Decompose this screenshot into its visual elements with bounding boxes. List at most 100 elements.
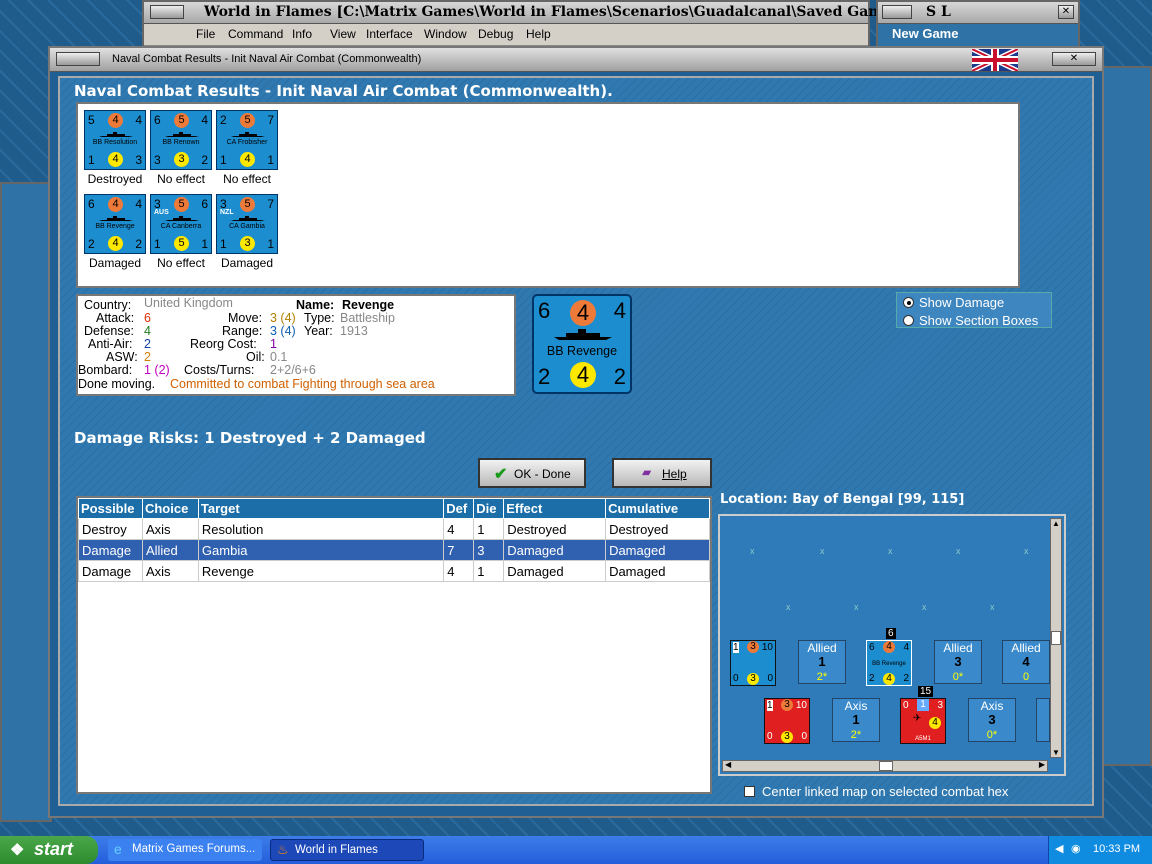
col-possible[interactable]: Possible [78,498,143,519]
cell-die: 1 [473,560,505,582]
col-target[interactable]: Target [197,498,445,519]
unit-counter[interactable]: 3 5 6 AUS CA Canberra 1 5 1 [150,194,212,254]
menu-info[interactable]: Info [292,27,312,41]
unit-counter[interactable]: 5 4 4 BB Resolution 1 4 3 [84,110,146,170]
counter-bl: 2 [88,237,95,251]
network-icon[interactable]: ◉ [1071,842,1081,855]
cell-cumulative: Damaged [605,560,710,582]
allied-combat-cell[interactable]: Allied 3 0* [934,640,982,684]
col-def[interactable]: Def [443,498,475,519]
selected-unit-counter[interactable]: 6 4 4 BB Revenge 2 4 2 [532,294,632,394]
axis-air-counter[interactable]: 0 1 3 ✈ 4 A5M1 [900,698,946,744]
display-options: Show Damage Show Section Boxes [896,292,1052,328]
cell-choice: Allied [141,539,199,561]
asw-value: 2 [144,350,151,364]
sea-marker: x [820,546,825,556]
axis-unit-counter[interactable]: 1 3 10 0 3 0 [764,698,810,744]
ship-icon [165,132,199,137]
dialog-heading: Naval Combat Results - Init Naval Air Co… [74,82,613,100]
cell-die: 1 [473,518,505,540]
allied-unit-counter[interactable]: 1 3 10 0 3 0 [730,640,776,686]
scroll-thumb[interactable] [1051,631,1061,645]
ok-done-button[interactable]: ✔ OK - Done [478,458,586,488]
reorg-value: 1 [270,337,277,351]
map-horizontal-scrollbar[interactable]: ◀ ▶ [722,760,1048,772]
revenge-unit-counter[interactable]: 6 4 4 BB Revenge 2 4 2 [866,640,912,686]
table-row[interactable]: Damage Axis Revenge 4 1 Damaged Damaged [78,560,710,582]
menu-interface[interactable]: Interface [366,27,413,41]
unit-result: No effect [223,172,271,186]
menu-window[interactable]: Window [424,27,467,41]
cell-sub: 2* [816,671,828,683]
range-label: Range: [222,324,263,338]
table-row[interactable]: Destroy Axis Resolution 4 1 Destroyed De… [78,518,710,540]
col-cumulative[interactable]: Cumulative [605,498,710,519]
main-window-titlebar[interactable]: World in Flames [C:\Matrix Games\World i… [144,2,974,24]
unit-counter[interactable]: 2 5 7 CA Frobisher 1 4 1 [216,110,278,170]
air-counter-bottom: 4 [929,717,941,729]
counter-bottom-circle: 4 [240,152,255,167]
stack-count-badge: 15 [918,686,934,697]
unit-counter[interactable]: 6 4 4 BB Revenge 2 4 2 [84,194,146,254]
cell-possible: Damage [78,560,143,582]
checkbox-icon[interactable] [744,786,755,797]
aa-label: Anti-Air: [88,337,133,351]
cell-label: Allied [943,641,973,655]
axis-combat-cell[interactable]: Axis 3 0* [968,698,1016,742]
axis-combat-cell-partial[interactable] [1036,698,1050,742]
axis-combat-cell[interactable]: Axis 1 2* [832,698,880,742]
sea-marker: x [750,546,755,556]
menu-debug[interactable]: Debug [478,27,513,41]
scroll-down-icon[interactable]: ▼ [1051,748,1061,757]
scroll-up-icon[interactable]: ▲ [1051,519,1061,528]
menu-help[interactable]: Help [526,27,551,41]
window-menu-button[interactable] [150,5,184,19]
map-vertical-scrollbar[interactable]: ▲ ▼ [1050,518,1062,758]
allied-combat-cell[interactable]: Allied 4 0 [1002,640,1050,684]
menu-command[interactable]: Command [228,27,283,41]
side-window-titlebar[interactable]: S L ✕ [878,2,1078,24]
scroll-thumb[interactable] [879,761,893,771]
col-die[interactable]: Die [473,498,505,519]
close-icon[interactable]: ✕ [1058,5,1074,19]
side-window-subtitle: New Game [892,26,959,41]
unit-counter[interactable]: 6 5 4 BB Renown 3 3 2 [150,110,212,170]
axis-counter-bottom: 3 [781,731,793,743]
name-label: Name: [296,298,335,312]
table-row-selected[interactable]: Damage Allied Gambia 7 3 Damaged Damaged [78,539,710,561]
cell-number: 1 [818,654,826,669]
cell-number: 4 [1022,654,1030,669]
taskbar-item-wif[interactable]: ♨ World in Flames [270,839,424,861]
taskbar-item-forums[interactable]: e Matrix Games Forums... [108,839,262,861]
menu-view[interactable]: View [330,27,356,41]
menu-file[interactable]: File [196,27,215,41]
counter-bl: 1 [154,237,161,251]
counter-attack: 5 [88,113,95,127]
air-counter-tr: 3 [937,700,943,711]
show-damage-radio[interactable]: Show Damage [903,295,1053,311]
tray-arrow-icon[interactable]: ◀ [1055,842,1063,855]
dialog-close-button[interactable]: ✕ [1052,52,1096,66]
scroll-left-icon[interactable]: ◀ [725,760,731,769]
dialog-menu-button[interactable] [56,52,100,66]
sea-marker: x [786,602,791,612]
cell-label: Allied [1011,641,1041,655]
col-choice[interactable]: Choice [141,498,199,519]
combat-map[interactable]: x x x x x x x x x 1 3 10 0 3 0 Allied 1 2*… [718,514,1066,776]
cell-die: 3 [473,539,505,561]
counter-attack: 6 [88,197,95,211]
sea-marker: x [990,602,995,612]
counter-name: BB Resolution [92,139,138,146]
help-button[interactable]: ▰ Help [612,458,712,488]
big-counter-br: 2 [613,364,626,389]
allied-combat-cell[interactable]: Allied 1 2* [798,640,846,684]
dialog-titlebar[interactable]: Naval Combat Results - Init Naval Air Co… [50,48,1102,72]
unit-counter[interactable]: 3 5 7 NZL CA Gambia 1 3 1 [216,194,278,254]
col-effect[interactable]: Effect [503,498,607,519]
bombard-value: 1 (2) [144,363,170,377]
unit-info-panel: Country: United Kingdom Name: Revenge At… [76,294,516,396]
show-section-boxes-radio[interactable]: Show Section Boxes [903,313,1053,329]
side-window-menu-button[interactable] [882,5,912,19]
start-button[interactable]: ❖ start [0,836,98,864]
scroll-right-icon[interactable]: ▶ [1039,760,1045,769]
